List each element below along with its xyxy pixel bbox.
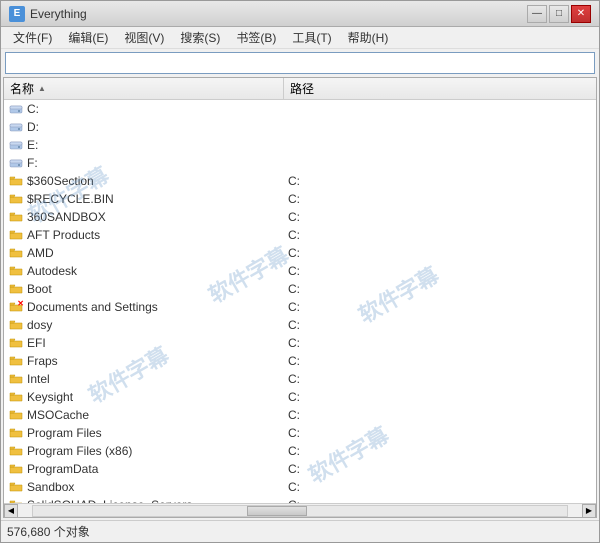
cell-name: Autodesk [4, 264, 284, 278]
maximize-button[interactable]: □ [549, 5, 569, 23]
content-area: 软件字幕 软件字幕 软件字幕 软件字幕 软件字幕 名称 ▲ 路径 C: [3, 77, 597, 518]
sort-arrow: ▲ [38, 84, 46, 93]
cell-name: AFT Products [4, 228, 284, 242]
search-input[interactable] [5, 52, 595, 74]
cell-path: C: [284, 444, 596, 458]
cell-path: C: [284, 480, 596, 494]
cell-path: C: [284, 174, 596, 188]
cell-path: C: [284, 300, 596, 314]
cell-path: C: [284, 318, 596, 332]
close-button[interactable]: ✕ [571, 5, 591, 23]
window-title: Everything [30, 7, 527, 21]
menu-bookmarks[interactable]: 书签(B) [228, 27, 284, 48]
cell-path: C: [284, 498, 596, 503]
cell-path: C: [284, 246, 596, 260]
table-row[interactable]: EFI C: [4, 334, 596, 352]
menu-bar: 文件(F) 编辑(E) 视图(V) 搜索(S) 书签(B) 工具(T) 帮助(H… [1, 27, 599, 49]
menu-edit[interactable]: 编辑(E) [60, 27, 116, 48]
title-bar: E Everything — □ ✕ [1, 1, 599, 27]
cell-name: 360SANDBOX [4, 210, 284, 224]
cell-path: C: [284, 210, 596, 224]
cell-name: Intel [4, 372, 284, 386]
menu-search[interactable]: 搜索(S) [172, 27, 228, 48]
cell-name: C: [4, 102, 284, 116]
table-row[interactable]: AFT Products C: [4, 226, 596, 244]
status-bar: 576,680 个对象 [1, 520, 599, 542]
table-row[interactable]: Intel C: [4, 370, 596, 388]
cell-name: $RECYCLE.BIN [4, 192, 284, 206]
cell-path: C: [284, 264, 596, 278]
col-name-label: 名称 [10, 80, 34, 97]
table-row[interactable]: Keysight C: [4, 388, 596, 406]
table-body[interactable]: C: D: E: F: $360Section [4, 100, 596, 503]
table-row[interactable]: F: [4, 154, 596, 172]
menu-file[interactable]: 文件(F) [5, 27, 60, 48]
cell-name: ✕ Documents and Settings [4, 300, 284, 314]
table-row[interactable]: SolidSQUAD_License_Servers C: [4, 496, 596, 503]
cell-path: C: [284, 408, 596, 422]
cell-path: C: [284, 372, 596, 386]
table-row[interactable]: E: [4, 136, 596, 154]
cell-name: $360Section [4, 174, 284, 188]
cell-name: E: [4, 138, 284, 152]
cell-name: Program Files [4, 426, 284, 440]
table-header: 名称 ▲ 路径 [4, 78, 596, 100]
h-scroll-track[interactable] [32, 505, 568, 517]
cell-name: MSOCache [4, 408, 284, 422]
table-row[interactable]: Program Files (x86) C: [4, 442, 596, 460]
cell-name: Keysight [4, 390, 284, 404]
cell-path: C: [284, 354, 596, 368]
app-icon: E [9, 6, 25, 22]
table-row[interactable]: C: [4, 100, 596, 118]
cell-path: C: [284, 462, 596, 476]
scroll-left-button[interactable]: ◀ [4, 504, 18, 518]
cell-path: C: [284, 228, 596, 242]
cell-path: C: [284, 390, 596, 404]
cell-name: Fraps [4, 354, 284, 368]
table-row[interactable]: ✕ Documents and Settings C: [4, 298, 596, 316]
table-row[interactable]: Autodesk C: [4, 262, 596, 280]
cell-name: ProgramData [4, 462, 284, 476]
table-row[interactable]: D: [4, 118, 596, 136]
content-wrapper: 软件字幕 软件字幕 软件字幕 软件字幕 软件字幕 名称 ▲ 路径 C: [4, 78, 596, 503]
table-row[interactable]: Boot C: [4, 280, 596, 298]
scroll-right-button[interactable]: ▶ [582, 504, 596, 518]
table-row[interactable]: $RECYCLE.BIN C: [4, 190, 596, 208]
cell-path: C: [284, 282, 596, 296]
status-text: 576,680 个对象 [7, 523, 90, 540]
cell-path: C: [284, 426, 596, 440]
table-row[interactable]: dosy C: [4, 316, 596, 334]
cell-name: Sandbox [4, 480, 284, 494]
menu-help[interactable]: 帮助(H) [340, 27, 397, 48]
cell-name: F: [4, 156, 284, 170]
table-row[interactable]: $360Section C: [4, 172, 596, 190]
cell-name: Program Files (x86) [4, 444, 284, 458]
table-row[interactable]: ProgramData C: [4, 460, 596, 478]
table-row[interactable]: Sandbox C: [4, 478, 596, 496]
main-window: E Everything — □ ✕ 文件(F) 编辑(E) 视图(V) 搜索(… [0, 0, 600, 543]
col-path-header[interactable]: 路径 [284, 78, 596, 99]
menu-view[interactable]: 视图(V) [116, 27, 172, 48]
table-row[interactable]: AMD C: [4, 244, 596, 262]
table-row[interactable]: 360SANDBOX C: [4, 208, 596, 226]
table-row[interactable]: MSOCache C: [4, 406, 596, 424]
table-row[interactable]: Program Files C: [4, 424, 596, 442]
cell-name: EFI [4, 336, 284, 350]
cell-name: dosy [4, 318, 284, 332]
menu-tools[interactable]: 工具(T) [284, 27, 339, 48]
horizontal-scrollbar[interactable]: ◀ ▶ [4, 503, 596, 517]
cell-path: C: [284, 192, 596, 206]
cell-name: Boot [4, 282, 284, 296]
table-row[interactable]: Fraps C: [4, 352, 596, 370]
col-path-label: 路径 [290, 80, 314, 97]
cell-name: D: [4, 120, 284, 134]
minimize-button[interactable]: — [527, 5, 547, 23]
cell-path: C: [284, 336, 596, 350]
cell-name: SolidSQUAD_License_Servers [4, 498, 284, 503]
window-controls: — □ ✕ [527, 5, 591, 23]
col-name-header[interactable]: 名称 ▲ [4, 78, 284, 99]
search-bar [1, 49, 599, 77]
h-scroll-thumb[interactable] [247, 506, 307, 516]
cell-name: AMD [4, 246, 284, 260]
